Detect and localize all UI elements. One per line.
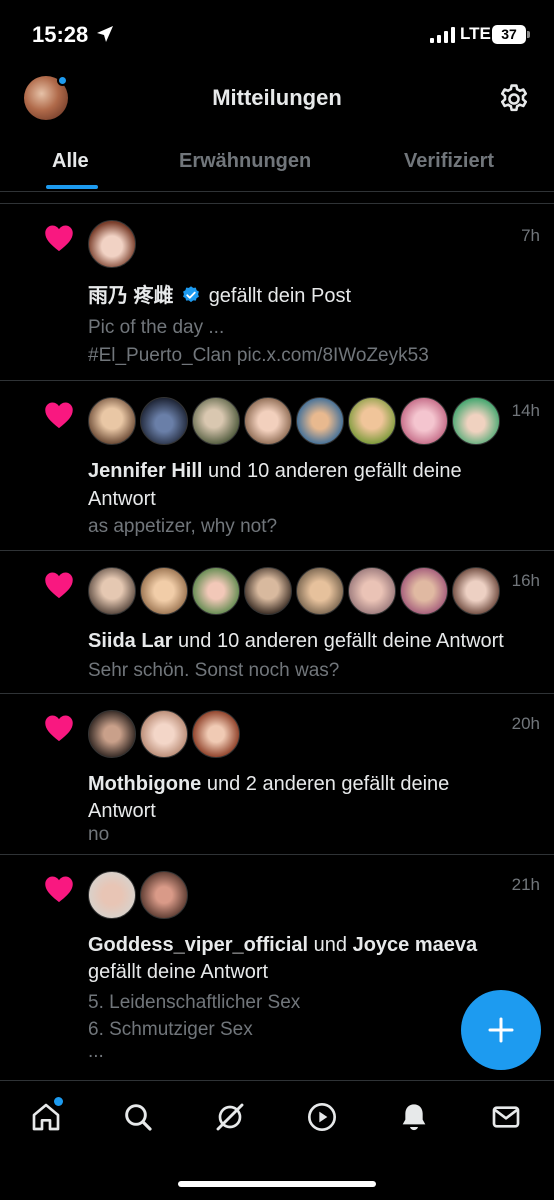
network-type: LTE [460,24,491,43]
messages-icon[interactable] [490,1101,522,1133]
action-text: Antwort [88,488,156,510]
notification-item[interactable]: 20h Mothbigone und 2 anderen gefällt dei… [0,694,554,855]
notifications-icon[interactable] [398,1101,430,1133]
avatar[interactable] [88,220,136,268]
action-text: und 2 anderen gefällt deine [206,773,450,795]
avatar[interactable] [400,397,448,445]
plus-icon [488,1017,514,1043]
timestamp: 7h [521,226,540,245]
compose-button[interactable] [461,990,541,1070]
avatar[interactable] [192,710,240,758]
heart-icon [45,572,73,599]
timestamp: 21h [511,875,540,894]
tab-all[interactable]: Alle [52,150,89,173]
avatar[interactable] [296,567,344,615]
tab-verified[interactable]: Verifiziert [404,150,494,173]
actor-name[interactable]: Goddess_viper_official [88,934,308,956]
avatar[interactable] [244,397,292,445]
status-time: 15:28 [32,22,89,47]
timestamp: 20h [511,714,540,733]
timestamp: 14h [511,401,540,420]
notification-text: Jennifer Hill und 10 anderen gefällt dei… [88,457,534,485]
avatar-row [88,397,500,445]
notification-item[interactable]: 16h Siida Lar und 10 anderen gefällt dei… [0,551,554,694]
avatar[interactable] [348,397,396,445]
avatar[interactable] [140,397,188,445]
heart-icon [45,876,73,903]
grok-icon[interactable] [214,1101,246,1133]
avatar[interactable] [400,567,448,615]
avatar-row [88,710,240,758]
reply-preview: as appetizer, why not? [88,516,278,537]
avatar[interactable] [140,567,188,615]
avatar-row [88,871,188,919]
action-text: gefällt deine Antwort [88,961,269,983]
avatar[interactable] [192,397,240,445]
connector-text: und [313,934,348,956]
notification-item[interactable]: 7h 雨乃 疼雌 gefällt dein Post Pic of the da… [0,204,554,381]
avatar[interactable] [140,710,188,758]
active-tab-indicator [46,185,98,189]
verified-badge-icon [183,286,200,303]
search-icon[interactable] [122,1101,154,1133]
notification-text: Mothbigone und 2 anderen gefällt deine [88,770,534,798]
notification-text: 雨乃 疼雌 gefällt dein Post [88,282,534,310]
status-bar: 15:28 LTE 37 [0,0,554,70]
avatar[interactable] [244,567,292,615]
action-text: und 10 anderen gefällt deine [208,460,462,482]
notification-item[interactable]: 14h Jennifer Hill und 10 anderen gefällt… [0,381,554,551]
bottom-nav [0,1080,554,1200]
actor-name[interactable]: Jennifer Hill [88,460,202,482]
actor-name[interactable]: Siida Lar [88,630,172,652]
heart-icon [45,715,73,742]
actor-name[interactable]: Mothbigone [88,773,201,795]
action-text: und 10 anderen gefällt deine Antwort [178,630,504,652]
post-preview-line: Pic of the day ... [88,317,225,338]
heart-icon [45,225,73,252]
reply-preview: Sehr schön. Sonst noch was? [88,660,340,681]
tab-mentions[interactable]: Erwähnungen [179,150,311,173]
actor-name[interactable]: 雨乃 疼雌 [88,285,174,307]
home-indicator [178,1181,376,1187]
heart-icon [45,402,73,429]
actor-name[interactable]: Joyce maeva [353,934,478,956]
video-icon[interactable] [306,1101,338,1133]
notification-text: Goddess_viper_official und Joyce maeva [88,931,534,959]
avatar[interactable] [88,871,136,919]
avatar-row [88,220,136,268]
avatar-row [88,567,500,615]
reply-preview: no [88,824,110,845]
battery-tip [527,31,530,38]
timestamp: 16h [511,571,540,590]
notification-text: Siida Lar und 10 anderen gefällt deine A… [88,627,534,655]
avatar[interactable] [452,567,500,615]
page-title: Mitteilungen [212,85,342,110]
home-unread-dot [54,1097,63,1106]
avatar[interactable] [452,397,500,445]
signal-icon [430,27,455,43]
avatar[interactable] [88,397,136,445]
avatar[interactable] [296,397,344,445]
post-preview-line: #El_Puerto_Clan pic.x.com/8IWoZeyk53 [88,345,429,366]
battery-icon: 37 [492,25,526,44]
avatar[interactable] [140,871,188,919]
avatar[interactable] [88,710,136,758]
action-text: gefällt dein Post [208,285,352,307]
settings-gear-icon[interactable] [497,82,531,116]
header: Mitteilungen [0,70,554,130]
tab-bar: Alle Erwähnungen Verifiziert [0,140,554,192]
avatar[interactable] [88,567,136,615]
avatar[interactable] [348,567,396,615]
avatar[interactable] [192,567,240,615]
location-arrow-icon [97,26,113,42]
